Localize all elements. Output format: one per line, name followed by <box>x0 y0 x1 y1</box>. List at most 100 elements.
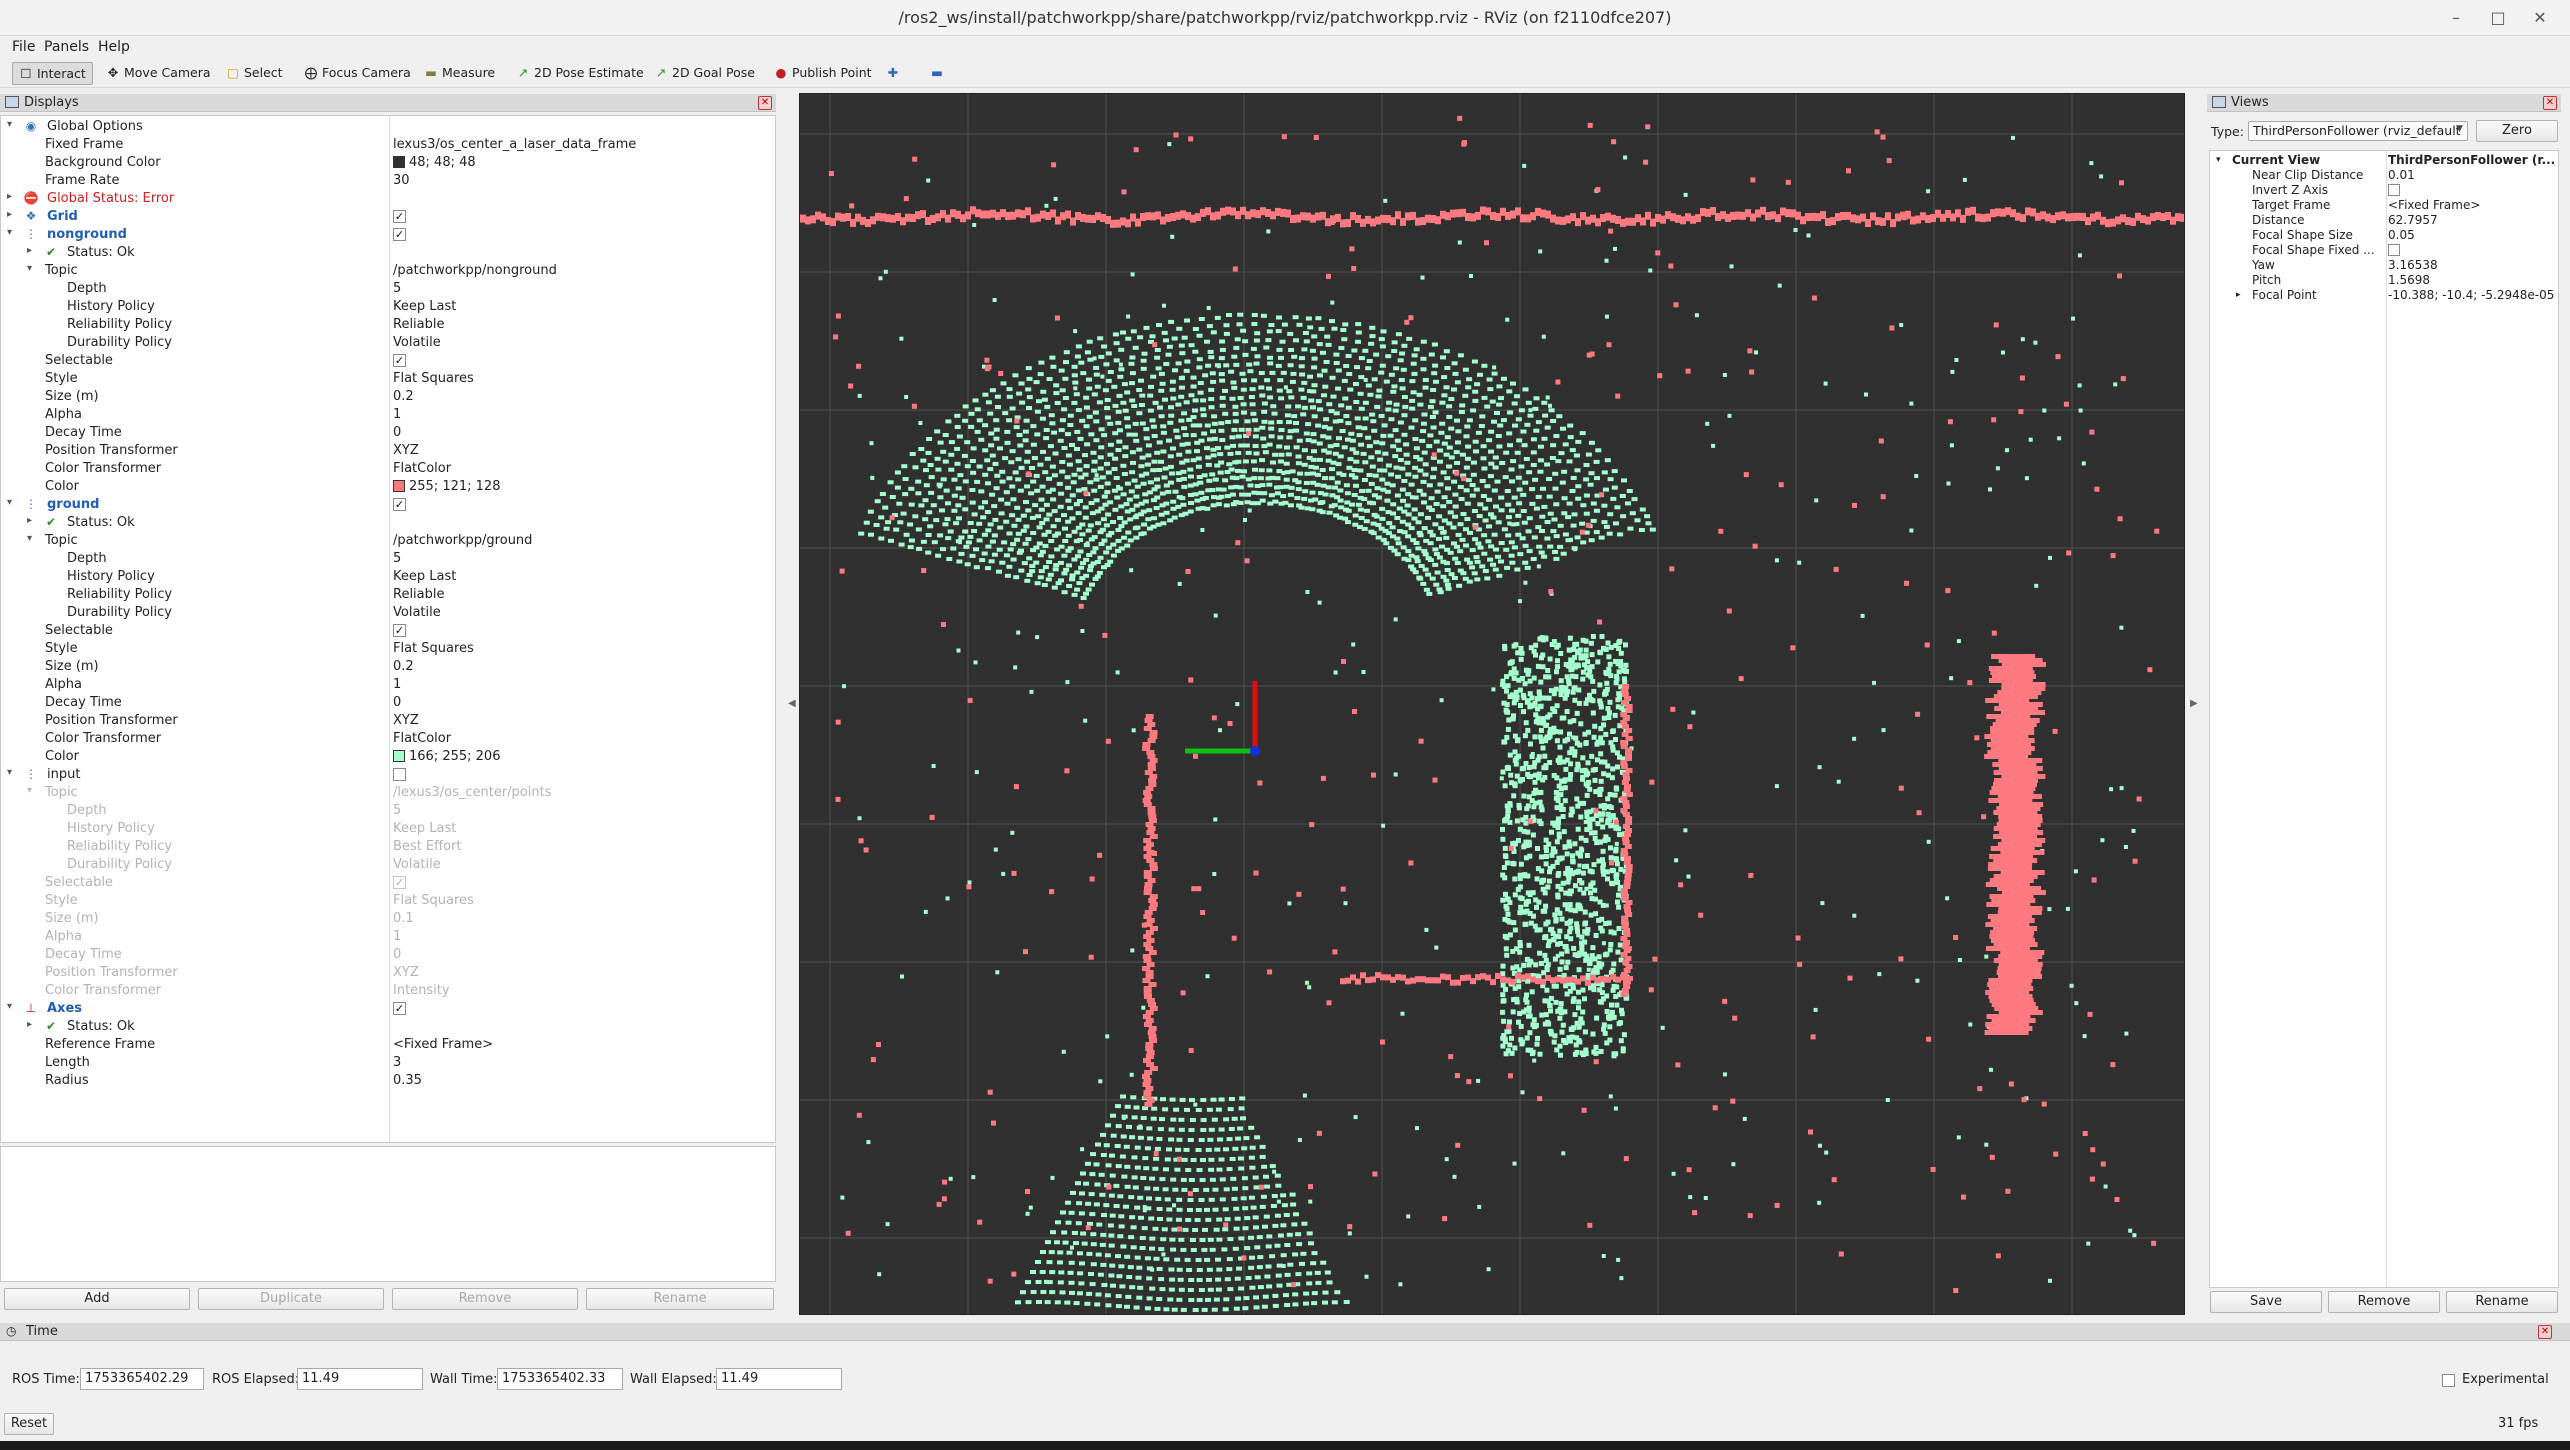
tree-row-style[interactable]: Style Flat Squares <box>1 640 775 658</box>
tree-row-input[interactable]: ▾ ⋮ input <box>1 766 775 784</box>
frame-rate-value[interactable]: 30 <box>393 173 410 188</box>
add-tool-button[interactable]: ✚ <box>880 62 910 85</box>
remove-display-button[interactable]: Remove <box>392 1288 578 1310</box>
radius-value[interactable]: 0.35 <box>393 1073 422 1088</box>
selectable-checkbox[interactable]: ✓ <box>393 354 406 367</box>
tree-row-history-policy[interactable]: History Policy Keep Last <box>1 568 775 586</box>
size-value[interactable]: 0.1 <box>393 911 414 926</box>
tree-row-ground[interactable]: ▾ ⋮ ground ✓ <box>1 496 775 514</box>
expand-arrow-icon[interactable]: ▾ <box>7 497 12 508</box>
view-type-select[interactable]: ThirdPersonFollower (rviz_default <box>2248 121 2468 141</box>
position-transformer-value[interactable]: XYZ <box>393 713 419 728</box>
selectable-checkbox[interactable]: ✓ <box>393 876 406 889</box>
tree-row-pitch[interactable]: Pitch 1.5698 <box>2210 273 2558 288</box>
experimental-checkbox[interactable] <box>2442 1374 2455 1387</box>
tree-row-reliability-policy[interactable]: Reliability Policy Best Effort <box>1 838 775 856</box>
tree-row-position-transformer[interactable]: Position Transformer XYZ <box>1 442 775 460</box>
tree-row-history-policy[interactable]: History Policy Keep Last <box>1 298 775 316</box>
tree-row-depth[interactable]: Depth 5 <box>1 802 775 820</box>
tree-row-history-policy[interactable]: History Policy Keep Last <box>1 820 775 838</box>
close-icon[interactable]: ✕ <box>2538 1325 2552 1339</box>
tree-row-background-color[interactable]: Background Color 48; 48; 48 <box>1 154 775 172</box>
tree-row-durability-policy[interactable]: Durability Policy Volatile <box>1 334 775 352</box>
tree-row-reliability-policy[interactable]: Reliability Policy Reliable <box>1 316 775 334</box>
focal-shape-fixed-checkbox[interactable] <box>2388 244 2400 256</box>
tree-row-decay-time[interactable]: Decay Time 0 <box>1 946 775 964</box>
color-transformer-value[interactable]: Intensity <box>393 983 450 998</box>
reliability-policy-value[interactable]: Best Effort <box>393 839 462 854</box>
color-value[interactable]: 255; 121; 128 <box>393 479 500 494</box>
tool-measure[interactable]: ▬ Measure <box>418 62 501 85</box>
rename-display-button[interactable]: Rename <box>586 1288 774 1310</box>
tree-row-position-transformer[interactable]: Position Transformer XYZ <box>1 712 775 730</box>
reliability-policy-value[interactable]: Reliable <box>393 317 445 332</box>
close-window-icon[interactable]: ✕ <box>2530 8 2550 28</box>
ros-time-field[interactable]: 1753365402.29 <box>80 1368 204 1390</box>
tree-row-invert-z-axis[interactable]: Invert Z Axis <box>2210 183 2558 198</box>
collapse-arrow-icon[interactable]: ▸ <box>2236 290 2241 300</box>
tree-row-position-transformer[interactable]: Position Transformer XYZ <box>1 964 775 982</box>
decay-time-value[interactable]: 0 <box>393 947 401 962</box>
expand-arrow-icon[interactable]: ▾ <box>27 785 32 796</box>
close-icon[interactable]: ✕ <box>2543 96 2557 110</box>
size-value[interactable]: 0.2 <box>393 389 414 404</box>
remove-tool-button[interactable]: ▬ <box>924 62 954 85</box>
expand-arrow-icon[interactable]: ▾ <box>2216 155 2221 165</box>
tree-row-fixed-frame[interactable]: Fixed Frame lexus3/os_center_a_laser_dat… <box>1 136 775 154</box>
tree-row-style[interactable]: Style Flat Squares <box>1 370 775 388</box>
depth-value[interactable]: 5 <box>393 803 401 818</box>
focal-shape-size-value[interactable]: 0.05 <box>2388 228 2558 242</box>
tree-row-topic[interactable]: ▾ Topic/patchworkpp/ground <box>1 532 775 550</box>
history-policy-value[interactable]: Keep Last <box>393 299 456 314</box>
input-enabled-checkbox[interactable] <box>393 768 406 781</box>
tree-row-axes-status[interactable]: ▸ ✔ Status: Ok <box>1 1018 775 1036</box>
durability-policy-value[interactable]: Volatile <box>393 857 441 872</box>
tree-row-style[interactable]: Style Flat Squares <box>1 892 775 910</box>
reference-frame-value[interactable]: <Fixed Frame> <box>393 1037 493 1052</box>
nonground-enabled-checkbox[interactable]: ✓ <box>393 228 406 241</box>
length-value[interactable]: 3 <box>393 1055 401 1070</box>
tree-row-focal-point[interactable]: ▸ Focal Point -10.388; -10.4; -5.2948e-05 <box>2210 288 2558 303</box>
point-cloud-canvas[interactable] <box>800 94 2185 1315</box>
save-view-button[interactable]: Save <box>2210 1291 2322 1313</box>
tree-row-nonground[interactable]: ▾ ⋮ nonground ✓ <box>1 226 775 244</box>
near-clip-distance-value[interactable]: 0.01 <box>2388 168 2558 182</box>
menu-panels[interactable]: Panels <box>44 39 89 55</box>
invert-z-axis-checkbox[interactable] <box>2388 184 2400 196</box>
minimize-icon[interactable]: – <box>2446 8 2466 28</box>
tree-row-focal-shape-size[interactable]: Focal Shape Size 0.05 <box>2210 228 2558 243</box>
menu-file[interactable]: File <box>12 39 35 55</box>
tree-row-depth[interactable]: Depth 5 <box>1 280 775 298</box>
expand-arrow-icon[interactable]: ▾ <box>7 227 12 238</box>
dropdown-arrow-icon[interactable]: ▼ <box>2456 124 2463 134</box>
rename-view-button[interactable]: Rename <box>2446 1291 2558 1313</box>
tree-row-axes[interactable]: ▾ ⊥ Axes ✓ <box>1 1000 775 1018</box>
tree-row-selectable[interactable]: Selectable ✓ <box>1 352 775 370</box>
menu-help[interactable]: Help <box>98 39 130 55</box>
expand-arrow-icon[interactable]: ▾ <box>7 767 12 778</box>
tree-row-color-transformer[interactable]: Color Transformer FlatColor <box>1 460 775 478</box>
tree-row-current-view[interactable]: ▾ Current View ThirdPersonFollower (r... <box>2210 153 2558 168</box>
tree-row-global-status[interactable]: ▸ ⛔ Global Status: Error <box>1 190 775 208</box>
selectable-checkbox[interactable]: ✓ <box>393 624 406 637</box>
tool-select[interactable]: ▢ Select <box>220 62 289 85</box>
tree-row-topic[interactable]: ▾ Topic /patchworkpp/nonground <box>1 262 775 280</box>
tree-row-color[interactable]: Color 166; 255; 206 <box>1 748 775 766</box>
color-value[interactable]: 166; 255; 206 <box>393 749 500 764</box>
color-transformer-value[interactable]: FlatColor <box>393 461 451 476</box>
grid-enabled-checkbox[interactable]: ✓ <box>393 210 406 223</box>
durability-policy-value[interactable]: Volatile <box>393 335 441 350</box>
duplicate-display-button[interactable]: Duplicate <box>198 1288 384 1310</box>
tree-row-topic[interactable]: ▾ Topic/lexus3/os_center/points <box>1 784 775 802</box>
tree-row-decay-time[interactable]: Decay Time 0 <box>1 424 775 442</box>
tree-row-near-clip-distance[interactable]: Near Clip Distance 0.01 <box>2210 168 2558 183</box>
topic-value[interactable]: /lexus3/os_center/points <box>393 785 551 800</box>
tree-row-nonground-status[interactable]: ▸ ✔ Status: Ok <box>1 244 775 262</box>
tool-focus-camera[interactable]: ⨁ Focus Camera <box>298 62 417 85</box>
style-value[interactable]: Flat Squares <box>393 893 474 908</box>
expand-arrow-icon[interactable]: ▾ <box>27 263 32 274</box>
size-value[interactable]: 0.2 <box>393 659 414 674</box>
column-divider[interactable] <box>2386 151 2387 1287</box>
ros-elapsed-field[interactable]: 11.49 <box>297 1368 423 1390</box>
tree-row-grid[interactable]: ▸ ❖ Grid ✓ <box>1 208 775 226</box>
